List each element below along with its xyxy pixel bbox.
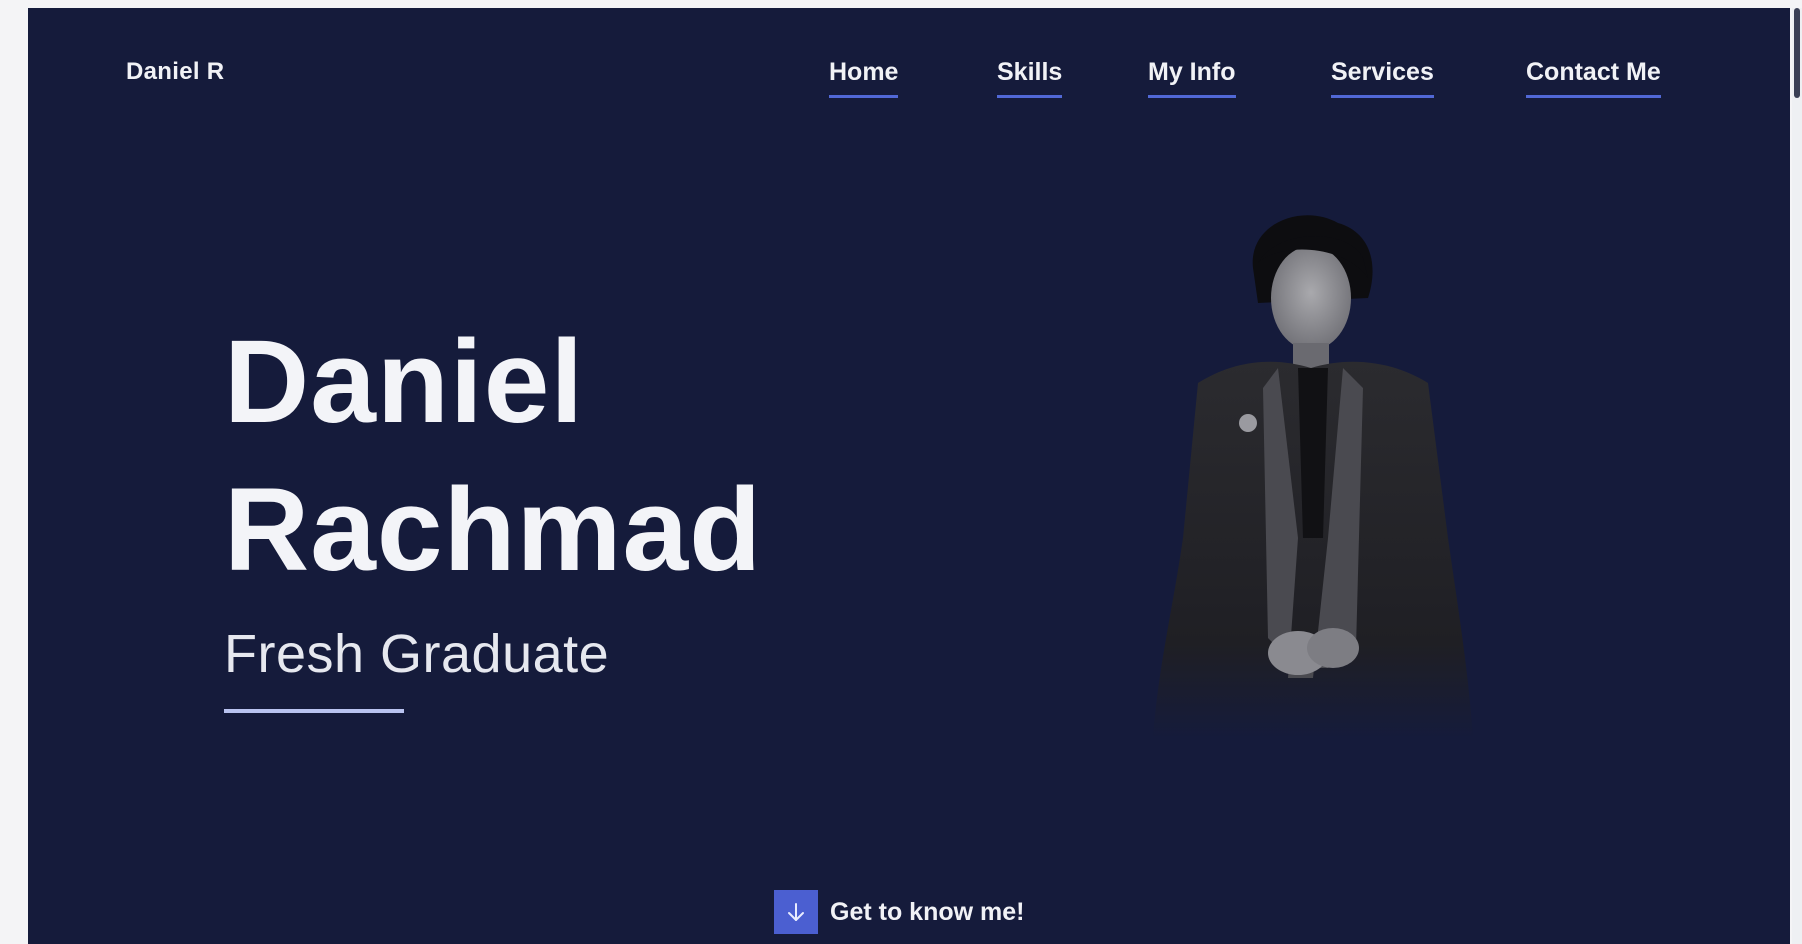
nav-item-home[interactable]: Home (829, 58, 899, 98)
hero-section: Daniel R Home Skills My Info Services Co… (28, 8, 1790, 944)
arrow-down-icon (774, 890, 818, 934)
scrollbar-thumb[interactable] (1794, 8, 1800, 98)
nav-item-contact-me[interactable]: Contact Me (1526, 58, 1661, 98)
hero-role: Fresh Graduate (224, 624, 610, 684)
hero-last-name: Rachmad (224, 464, 763, 596)
role-underline (224, 709, 404, 713)
nav-item-services[interactable]: Services (1331, 58, 1434, 98)
nav-item-my-info[interactable]: My Info (1148, 58, 1236, 98)
main-nav: Home Skills My Info Services Contact Me (28, 58, 1790, 108)
cta-label: Get to know me! (830, 897, 1025, 926)
page-scrollbar[interactable] (1792, 8, 1802, 944)
portrait-photo (1153, 215, 1473, 738)
nav-item-skills[interactable]: Skills (997, 58, 1063, 98)
get-to-know-me-button[interactable]: Get to know me! (774, 890, 1024, 934)
hero-first-name: Daniel (224, 316, 585, 448)
hero-title: Daniel Rachmad (224, 308, 762, 604)
